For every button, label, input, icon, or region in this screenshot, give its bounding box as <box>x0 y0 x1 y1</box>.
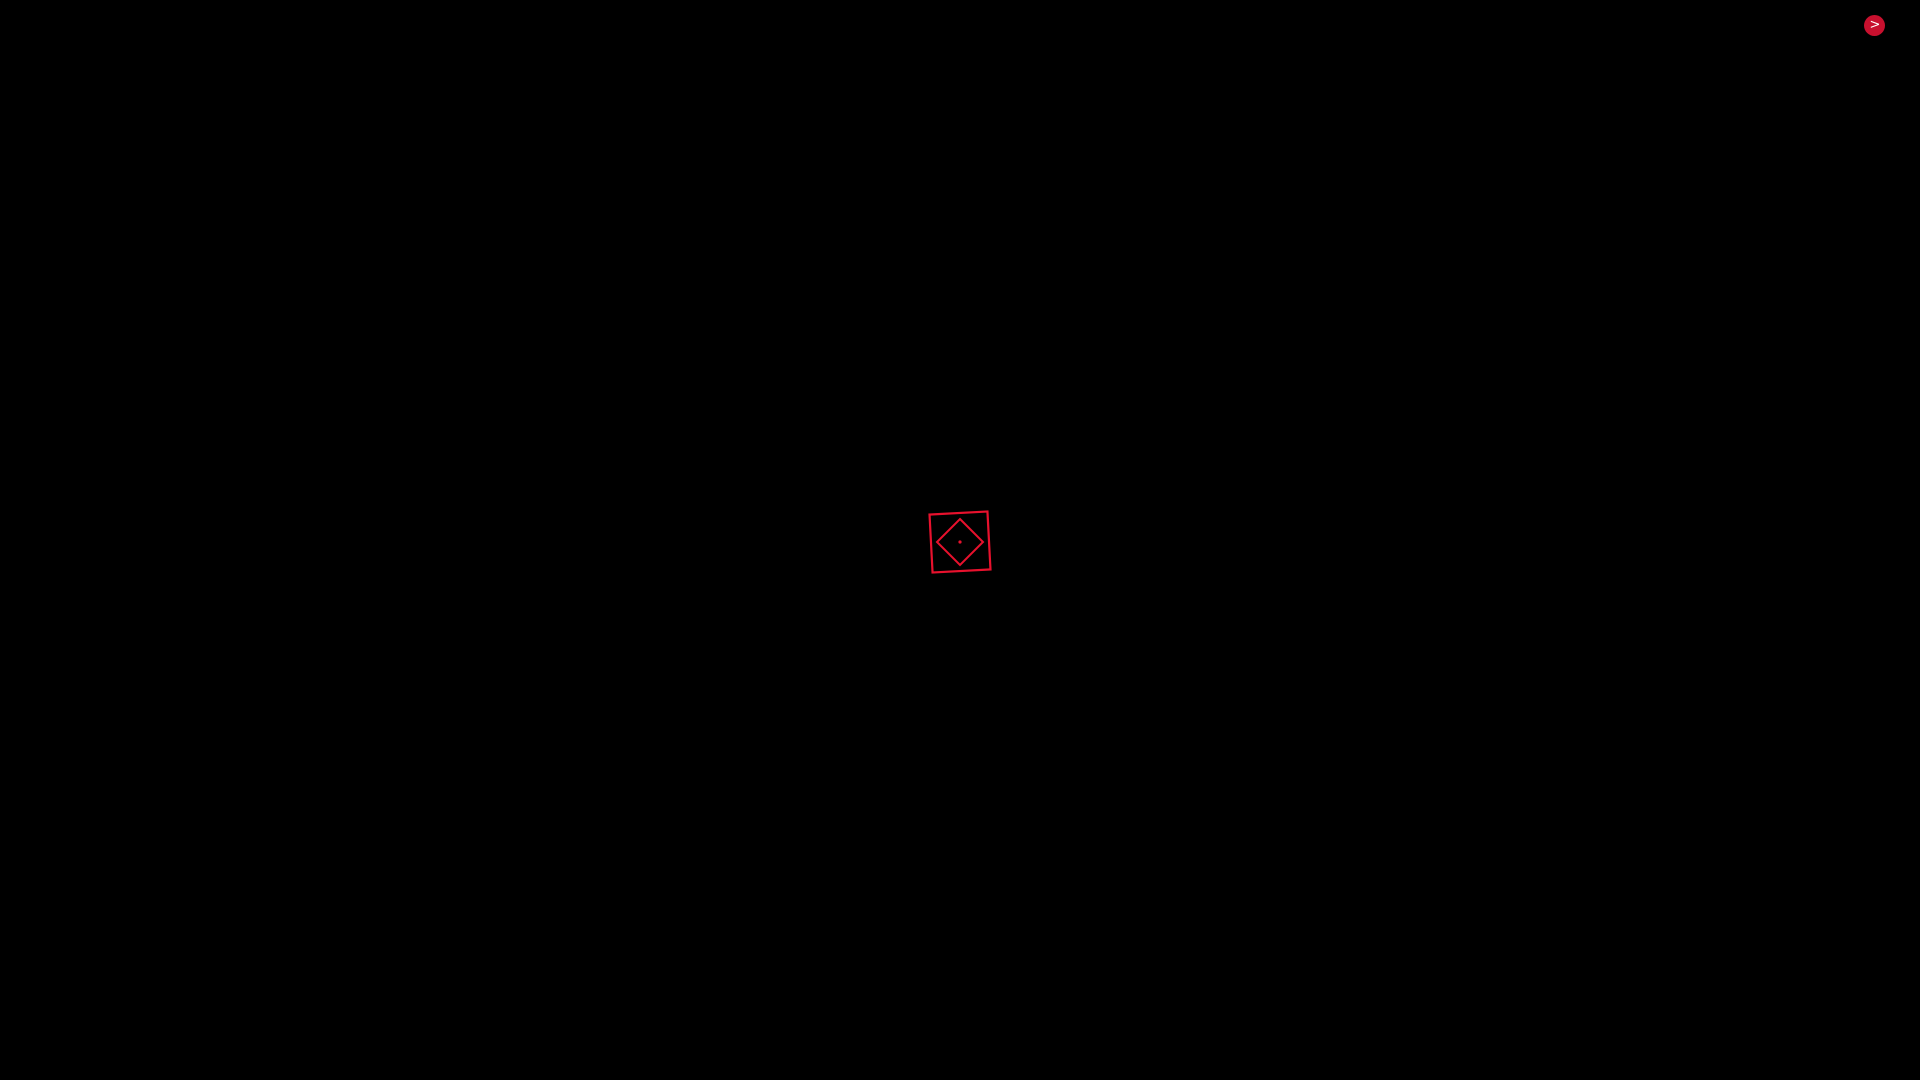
center-dot <box>958 540 962 544</box>
diamond-target-icon[interactable] <box>926 508 994 576</box>
next-button[interactable]: > <box>1864 15 1885 36</box>
diamond-target-graphic <box>928 510 992 574</box>
chevron-right-icon: > <box>1869 17 1881 33</box>
game-canvas[interactable]: > <box>0 0 1920 1080</box>
